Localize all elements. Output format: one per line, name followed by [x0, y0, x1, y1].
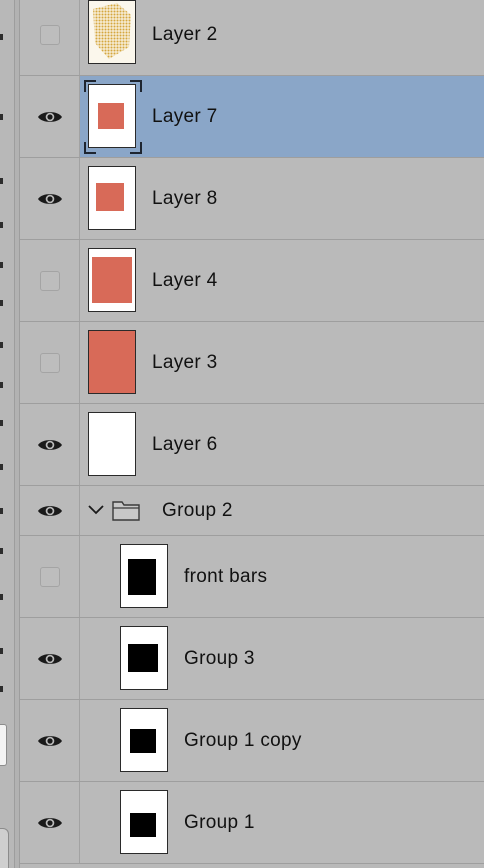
black-square-icon — [130, 729, 156, 753]
left-panel-edge — [0, 0, 14, 868]
layer-name[interactable]: Layer 7 — [152, 106, 217, 128]
selection-corner — [130, 80, 142, 92]
eye-icon[interactable] — [37, 191, 63, 207]
layer-thumbnail — [88, 84, 136, 148]
layer-row[interactable]: Layer 2 — [20, 0, 484, 76]
black-square-icon — [128, 644, 158, 672]
layer-thumbnail — [88, 248, 136, 312]
layer-row-selected[interactable]: Layer 7 — [20, 76, 484, 158]
group-row[interactable]: Group 2 — [20, 486, 484, 536]
ruler-tick — [0, 300, 3, 306]
visibility-toggle[interactable] — [20, 158, 80, 239]
layer-row[interactable]: Group 3 — [20, 618, 484, 700]
eye-icon[interactable] — [37, 733, 63, 749]
layer-row[interactable]: Layer 6 — [20, 404, 484, 486]
visibility-checkbox-empty[interactable] — [39, 24, 60, 45]
ruler-tick — [0, 648, 3, 654]
ruler-tick — [0, 222, 3, 228]
layer-thumbnail — [120, 790, 168, 854]
layer-row[interactable]: Group 1 — [20, 782, 484, 864]
red-square-icon — [96, 183, 124, 211]
layer-row[interactable]: Layer 3 — [20, 322, 484, 404]
layer-name[interactable]: Layer 4 — [152, 270, 217, 292]
layer-name[interactable]: Group 3 — [184, 648, 255, 670]
layer-thumbnail — [88, 0, 136, 64]
eye-icon[interactable] — [37, 109, 63, 125]
ruler-tick — [0, 420, 3, 426]
visibility-toggle[interactable] — [20, 782, 80, 863]
folder-icon — [112, 501, 140, 521]
ruler-tick — [0, 464, 3, 470]
eye-icon[interactable] — [37, 437, 63, 453]
layer-name[interactable]: Layer 2 — [152, 24, 217, 46]
red-fill-icon — [89, 331, 135, 393]
ruler-tick — [0, 382, 3, 388]
selection-corner — [84, 142, 96, 154]
visibility-toggle[interactable] — [20, 404, 80, 485]
layer-thumbnail — [120, 626, 168, 690]
ruler-tick — [0, 178, 3, 184]
visibility-checkbox-empty[interactable] — [39, 352, 60, 373]
layer-row[interactable]: Layer 8 — [20, 158, 484, 240]
layer-row[interactable]: Group 1 copy — [20, 700, 484, 782]
selection-corner — [84, 80, 96, 92]
side-input-field[interactable] — [0, 724, 7, 766]
layer-name[interactable]: Layer 6 — [152, 434, 217, 456]
visibility-toggle[interactable] — [20, 700, 80, 781]
black-bar-icon — [128, 559, 156, 595]
eye-icon[interactable] — [37, 503, 63, 519]
layer-thumbnail — [88, 330, 136, 394]
side-button[interactable] — [0, 828, 9, 868]
ruler-tick — [0, 548, 3, 554]
ruler-tick — [0, 34, 3, 40]
ruler-tick — [0, 114, 3, 120]
layer-thumbnail — [88, 166, 136, 230]
red-square-icon — [92, 257, 132, 303]
ruler-tick — [0, 594, 3, 600]
visibility-toggle[interactable] — [20, 486, 80, 535]
visibility-toggle[interactable] — [20, 0, 80, 75]
red-square-icon — [98, 103, 124, 129]
layer-name[interactable]: Layer 8 — [152, 188, 217, 210]
group-name[interactable]: Group 2 — [162, 500, 233, 522]
layers-panel-window: Layer 2 Layer 7 Layer 8 Layer 4 Layer 3 … — [0, 0, 484, 868]
ruler-tick — [0, 342, 3, 348]
visibility-toggle[interactable] — [20, 618, 80, 699]
visibility-checkbox-empty[interactable] — [39, 270, 60, 291]
layer-thumbnail — [120, 708, 168, 772]
ruler-tick — [0, 686, 3, 692]
layer-thumbnail — [88, 412, 136, 476]
layer-name[interactable]: Layer 3 — [152, 352, 217, 374]
visibility-checkbox-empty[interactable] — [39, 566, 60, 587]
layer-name[interactable]: front bars — [184, 566, 267, 588]
chevron-down-icon[interactable] — [88, 504, 104, 516]
layer-row[interactable]: front bars — [20, 536, 484, 618]
ruler-tick — [0, 508, 3, 514]
layer-row[interactable]: Layer 4 — [20, 240, 484, 322]
ruler-tick — [0, 262, 3, 268]
layer-thumbnail — [120, 544, 168, 608]
layer-name[interactable]: Group 1 copy — [184, 730, 302, 752]
sparkle-shape-icon — [93, 3, 131, 59]
layer-name[interactable]: Group 1 — [184, 812, 255, 834]
visibility-toggle[interactable] — [20, 76, 80, 157]
visibility-toggle[interactable] — [20, 322, 80, 403]
eye-icon[interactable] — [37, 815, 63, 831]
selection-corner — [130, 142, 142, 154]
visibility-toggle[interactable] — [20, 536, 80, 617]
eye-icon[interactable] — [37, 651, 63, 667]
visibility-toggle[interactable] — [20, 240, 80, 321]
black-square-icon — [130, 813, 156, 837]
layers-list: Layer 2 Layer 7 Layer 8 Layer 4 Layer 3 … — [20, 0, 484, 868]
